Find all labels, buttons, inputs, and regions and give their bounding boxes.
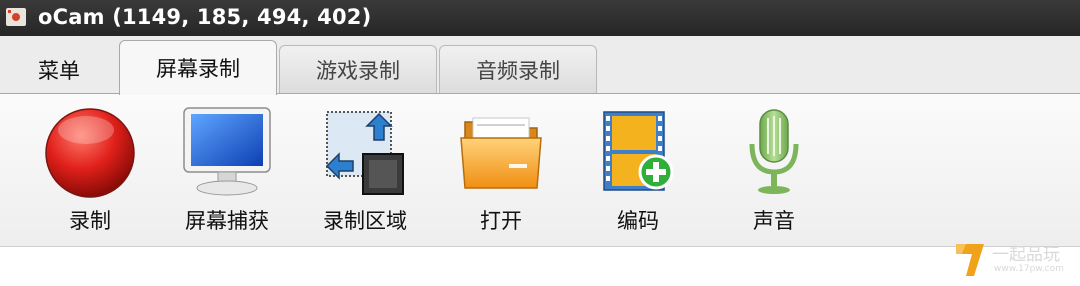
watermark-name: 一起品玩 [992,245,1060,265]
open-label: 打开 [480,209,522,233]
record-button[interactable]: 录制 [30,104,150,244]
tab-game-record[interactable]: 游戏录制 [279,45,437,94]
open-button[interactable]: 打开 [441,104,561,244]
tab-audio-record[interactable]: 音频录制 [439,45,597,94]
tab-menu[interactable]: 菜单 [0,45,118,94]
tab-strip: 菜单 屏幕录制 游戏录制 音频录制 [0,36,1080,95]
watermark-logo-icon [956,244,984,276]
resize-region-icon [325,111,404,195]
microphone-icon [749,109,799,194]
codec-label: 编码 [617,209,659,233]
screen-capture-label: 屏幕捕获 [185,209,269,233]
sound-label: 声音 [753,209,795,233]
sound-button[interactable]: 声音 [714,104,834,244]
film-add-icon [603,111,674,191]
watermark: 一起品玩 www.17pw.com [950,238,1070,284]
record-region-label: 录制区域 [323,209,407,233]
window-title: oCam (1149, 185, 494, 402) [38,5,372,29]
folder-icon [460,117,542,189]
tab-screen-record[interactable]: 屏幕录制 [119,40,277,95]
title-bar[interactable]: oCam (1149, 185, 494, 402) [0,0,1080,36]
record-label: 录制 [69,209,111,233]
record-icon [45,108,135,198]
monitor-icon [183,107,271,196]
ocam-app-icon[interactable] [6,8,26,26]
codec-button[interactable]: 编码 [578,104,698,244]
record-region-button[interactable]: 录制区域 [305,104,425,244]
watermark-url: www.17pw.com [994,264,1064,274]
screen-capture-button[interactable]: 屏幕捕获 [167,104,287,244]
toolbar-panel: 录制 屏幕捕获 录制区域 打开 编码 声音 [0,93,1080,247]
